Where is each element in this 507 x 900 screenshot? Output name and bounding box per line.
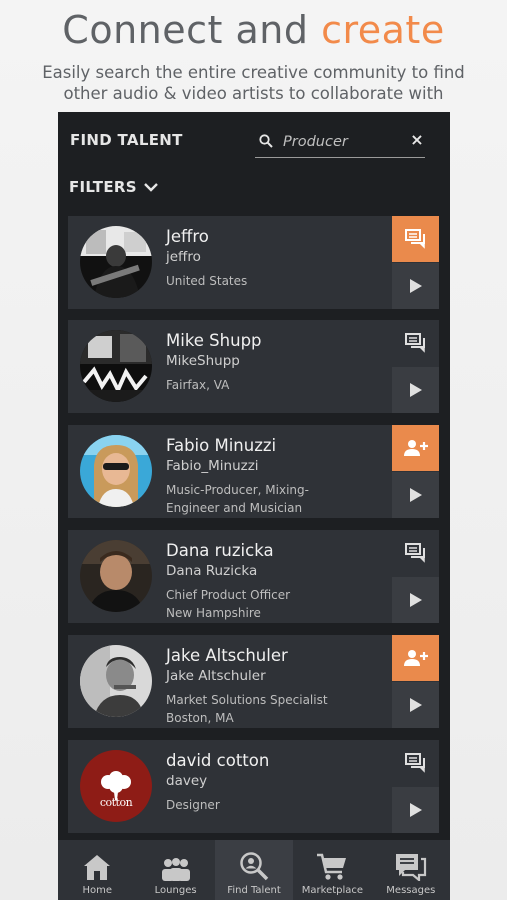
result-detail: Fairfax, VA [166,378,230,392]
headline-accent-text: create [321,8,445,52]
avatar: cotton [80,750,152,822]
result-info: Mike Shupp MikeShupp Fairfax, VA [166,331,386,394]
play-button[interactable] [392,472,439,518]
subline-line-2: other audio & video artists to collabora… [63,84,444,103]
play-button[interactable] [392,367,439,413]
message-button[interactable] [392,216,439,262]
nav-home-label: Home [82,885,112,896]
result-username: Jake Altschuler [166,668,266,684]
nav-lounges[interactable]: Lounges [136,840,214,900]
play-icon [409,698,422,712]
nav-marketplace[interactable]: Marketplace [293,840,371,900]
play-button[interactable] [392,787,439,833]
nav-marketplace-label: Marketplace [301,885,364,896]
add-user-button[interactable] [392,635,439,681]
avatar [80,540,152,612]
subline-line-1: Easily search the entire creative commun… [42,63,465,82]
find-talent-header: FIND TALENT × [58,112,450,170]
result-info: Jake Altschuler Jake Altschuler Market S… [166,646,386,727]
find-talent-icon [240,852,269,881]
play-icon [409,803,422,817]
filters-toggle[interactable]: FILTERS [69,176,159,198]
play-button[interactable] [392,577,439,623]
nav-home[interactable]: Home [58,840,136,900]
result-name: Fabio Minuzzi [166,436,277,455]
message-icon [404,333,425,353]
bottom-nav: Home Lounges Find Talent Marketplace Mes… [58,840,450,900]
nav-messages-label: Messages [386,885,436,896]
search-input[interactable] [283,131,393,153]
search-icon [259,134,273,148]
play-button[interactable] [392,682,439,728]
message-button[interactable] [392,320,439,366]
promo-subline: Easily search the entire creative commun… [0,62,507,104]
result-info: david cotton davey Designer [166,751,386,814]
result-username: Fabio_Minuzzi [166,458,259,474]
result-name: david cotton [166,751,270,770]
result-username: Dana Ruzicka [166,563,258,579]
avatar [80,226,152,298]
play-icon [409,383,422,397]
list-item[interactable]: Jeffro jeffro United States [68,216,439,309]
play-icon [409,279,422,293]
filters-label: FILTERS [69,178,137,196]
list-item[interactable]: Jake Altschuler Jake Altschuler Market S… [68,635,439,728]
result-info: Fabio Minuzzi Fabio_Minuzzi Music-Produc… [166,436,386,517]
list-item[interactable]: Mike Shupp MikeShupp Fairfax, VA [68,320,439,413]
play-button[interactable] [392,263,439,309]
phone-screen: FIND TALENT × FILTERS [58,112,450,900]
headline-text: Connect and [62,8,322,52]
result-info: Jeffro jeffro United States [166,227,386,290]
avatar [80,435,152,507]
avatar [80,330,152,402]
list-item[interactable]: cotton david cotton davey Designer [68,740,439,833]
play-icon [409,488,422,502]
search-bar[interactable]: × [255,128,425,158]
nav-find-talent[interactable]: Find Talent [214,840,294,900]
nav-find-talent-label: Find Talent [227,885,281,896]
result-username: davey [166,773,208,789]
message-button[interactable] [392,740,439,786]
message-button[interactable] [392,530,439,576]
clear-search-icon[interactable]: × [409,131,425,149]
result-name: Jake Altschuler [166,646,288,665]
result-detail: Designer [166,798,220,812]
result-detail: United States [166,274,248,288]
avatar [80,645,152,717]
lounges-icon [161,858,190,881]
result-name: Mike Shupp [166,331,262,350]
list-item[interactable]: Dana ruzicka Dana Ruzicka Chief Product … [68,530,439,623]
cart-icon [317,853,347,880]
add-user-icon [403,440,428,456]
svg-text:cotton: cotton [100,796,133,809]
promo-headline: Connect and create [0,8,507,52]
result-detail: Market Solutions Specialist [166,693,328,707]
add-user-button[interactable] [392,425,439,471]
page-title: FIND TALENT [70,131,183,149]
nav-lounges-label: Lounges [154,885,197,896]
add-user-icon [403,650,428,666]
result-username: jeffro [166,249,201,265]
play-icon [409,593,422,607]
result-username: MikeShupp [166,353,240,369]
message-icon [404,753,425,773]
nav-messages[interactable]: Messages [372,840,450,900]
result-name: Dana ruzicka [166,541,274,560]
message-icon [404,543,425,563]
result-detail: Chief Product Officer [166,588,291,602]
result-detail: Boston, MA [166,711,234,725]
chevron-down-icon [143,183,158,192]
result-detail: Music-Producer, Mixing- [166,483,309,497]
result-detail: New Hampshire [166,606,261,620]
messages-icon [395,854,426,881]
home-icon [84,855,111,880]
result-name: Jeffro [166,227,209,246]
result-detail: Engineer and Musician [166,501,303,515]
result-info: Dana ruzicka Dana Ruzicka Chief Product … [166,541,386,622]
message-icon [404,229,425,249]
list-item[interactable]: Fabio Minuzzi Fabio_Minuzzi Music-Produc… [68,425,439,518]
